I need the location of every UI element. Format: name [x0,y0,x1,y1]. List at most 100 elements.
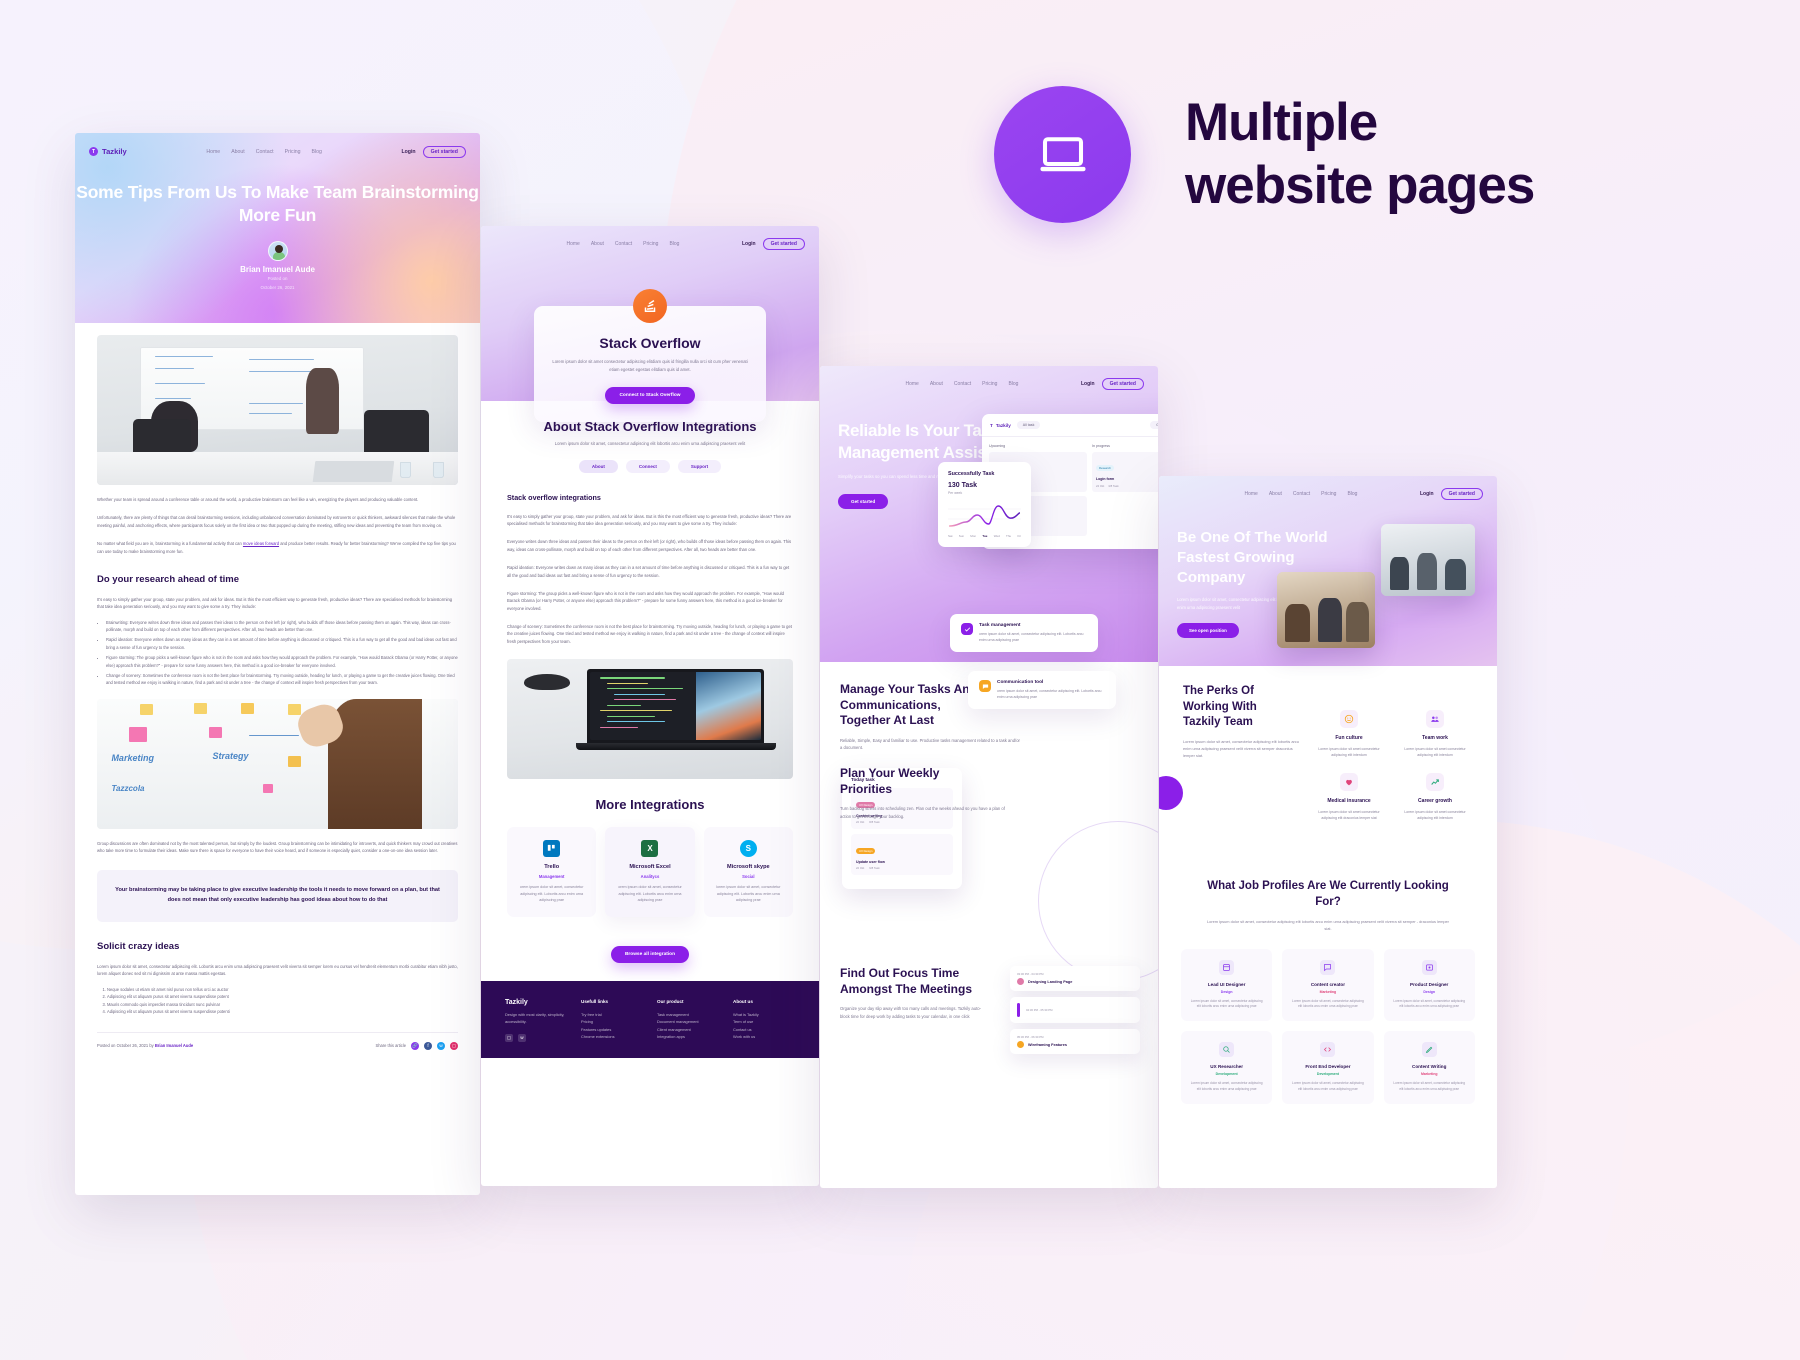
integration-card-excel[interactable]: X Microsoft Excel Analitycs orem ipsum d… [605,827,695,917]
get-started-button[interactable]: Get started [1101,378,1144,390]
get-started-button[interactable]: Get started [762,238,805,250]
nav-link-home[interactable]: Home [206,149,220,155]
stat-title: Successfully Task [948,471,995,477]
integration-card-skype[interactable]: S Microsoft skype Social lorem ipsum dol… [703,827,793,917]
job-card[interactable]: Front End Developer Development Lorem ip… [1282,1031,1374,1104]
footer-link[interactable]: Work with us [733,1033,795,1041]
perk-desc: Lorem ipsum dolor sit amet consectetur a… [1318,747,1380,758]
nav-link-about[interactable]: About [591,241,604,247]
article-body: Whether your team is spread around a con… [75,335,480,1062]
connect-stack-overflow-button[interactable]: Connect to Stack Overflow [605,386,695,404]
job-tag: Design [1423,989,1436,994]
nav-link-about[interactable]: About [1269,491,1282,497]
job-card[interactable]: Product Designer Design Lorem ipsum dolo… [1383,948,1475,1022]
footer-link[interactable]: Task management [657,1011,719,1019]
schedule-row[interactable]: 05:30 PM - 06:30 PM Wireframing Features [1010,1029,1140,1054]
nav-link-pricing[interactable]: Pricing [285,149,301,155]
task-filter-dropdown[interactable]: All task [1016,421,1041,429]
login-link[interactable]: Login [401,149,415,155]
axis-tick: Sat [948,534,953,538]
job-desc: Lorem ipsum dolor sit amet, consectetur … [1190,1081,1263,1091]
nav-link-blog[interactable]: Blog [1347,491,1357,497]
nav-link-pricing[interactable]: Pricing [1321,491,1336,497]
nav-link-contact[interactable]: Contact [615,241,632,247]
job-card[interactable]: UX Researcher Development Lorem ipsum do… [1181,1031,1273,1104]
footer-link[interactable]: Features updates [581,1026,643,1034]
list-item: Change of scenery: Sometimes the confere… [106,672,458,687]
integration-card-trello[interactable]: Trello Management orem ipsum dolor sit a… [507,827,597,917]
instagram-icon[interactable]: ▢ [505,1033,513,1042]
nav-link-about[interactable]: About [231,149,245,155]
schedule-row[interactable]: 04:30 PM - 05:30 PM [1010,997,1140,1023]
laptop-base [575,743,776,751]
brand-logo[interactable]: T Tazkily [89,147,127,156]
integration-name: Microsoft Excel [629,864,671,871]
page1-hero: T Tazkily Home About Contact Pricing Blo… [75,133,480,323]
task-progress: 3/8 Task [1108,484,1119,488]
tips-list: Brainwriting: Everyone writes down three… [97,619,458,687]
nav-link-contact[interactable]: Contact [954,381,971,387]
website-page-blog-article[interactable]: T Tazkily Home About Contact Pricing Blo… [75,133,480,1195]
nav-link-blog[interactable]: Blog [1008,381,1018,387]
tab-connect[interactable]: Connect [625,459,670,473]
task-card[interactable]: Research Login form 24 Okt 3/8 Task [1092,452,1158,492]
footer-link[interactable]: Chrome extensions [581,1033,643,1041]
website-page-careers[interactable]: Home About Contact Pricing Blog Login Ge… [1159,476,1497,1188]
schedule-row[interactable]: 03:00 PM - 04:30 PM Designing Landing Pa… [1010,966,1140,991]
stack-overflow-icon [633,289,667,323]
link-icon[interactable]: 🔗 [411,1041,419,1050]
get-started-button[interactable]: Get started [422,145,466,158]
tab-support[interactable]: Support [677,459,722,473]
footer-link[interactable]: Integration apps [657,1033,719,1041]
twitter-icon[interactable]: w [518,1033,526,1042]
nav-link-pricing[interactable]: Pricing [982,381,997,387]
card-description: Lorem ipsum dolor sit amet consectetur a… [552,359,748,372]
nav-link-contact[interactable]: Contact [1293,491,1310,497]
column-title: Upcoming [989,444,1006,448]
design-icon [1219,959,1235,975]
today-task-item[interactable]: UX Design Update user flow 22 Okt 6/8 Tas… [851,834,953,875]
nav-link-about[interactable]: About [930,381,943,387]
nav-link-blog[interactable]: Blog [669,241,679,247]
nav-link-home[interactable]: Home [906,381,919,387]
twitter-icon[interactable]: w [437,1041,445,1050]
footer-link[interactable]: Client management [657,1026,719,1034]
footer-col-title: Usefull links [581,998,609,1004]
footer-link[interactable]: Document management [657,1018,719,1026]
footer-link[interactable]: Contact us [733,1026,795,1034]
nav-link-home[interactable]: Home [1245,491,1258,497]
perk-name: Team work [1422,735,1448,741]
job-card[interactable]: Lead UI Designer Design Lorem ipsum dolo… [1181,948,1273,1022]
job-card[interactable]: Content creator Marketing Lorem ipsum do… [1282,948,1374,1022]
footer-link[interactable]: Term of use [733,1018,795,1026]
website-page-integrations[interactable]: Home About Contact Pricing Blog Login Ge… [481,226,819,1186]
facebook-icon[interactable]: f [424,1041,432,1050]
move-ideas-forward-link[interactable]: move ideas forward [243,541,279,546]
login-link[interactable]: Login [742,241,756,247]
get-started-button[interactable]: Get started [1440,488,1483,500]
footer-author-link[interactable]: Brian Imanuel Aude [155,1043,193,1048]
job-name: Content creator [1310,981,1346,987]
job-card[interactable]: Content Writing Marketing Lorem ipsum do… [1383,1031,1475,1104]
integration-desc: lorem ipsum dolor sit amet, consectetur … [716,885,781,903]
login-link[interactable]: Login [1081,381,1095,387]
footer-link[interactable]: Pricing [581,1018,643,1026]
nav-link-blog[interactable]: Blog [312,149,322,155]
login-link[interactable]: Login [1420,491,1434,497]
footer-link[interactable]: What is Tazkily [733,1011,795,1019]
nav-link-home[interactable]: Home [567,241,580,247]
stat-sparkline-chart [948,502,1021,530]
nav-link-contact[interactable]: Contact [256,149,274,155]
page1-navbar: T Tazkily Home About Contact Pricing Blo… [75,133,480,159]
perk-desc: Lorem ipsum dolor sit amet consectetur a… [1318,809,1380,820]
website-page-task-management[interactable]: Home About Contact Pricing Blog Login Ge… [820,366,1158,1188]
hero-get-started-button[interactable]: Get started [838,493,889,509]
footer-link[interactable]: Try free trial [581,1011,643,1019]
tab-about[interactable]: About [578,459,618,473]
generate-project-button[interactable]: Generate project [1150,421,1158,429]
see-open-position-button[interactable]: See open position [1177,622,1239,638]
browse-all-integration-button[interactable]: Browse all integration [610,945,690,963]
instagram-icon[interactable]: ▢ [450,1041,458,1050]
page2-footer: Tazkily Design with most clarity, simpli… [481,980,819,1058]
nav-link-pricing[interactable]: Pricing [643,241,658,247]
